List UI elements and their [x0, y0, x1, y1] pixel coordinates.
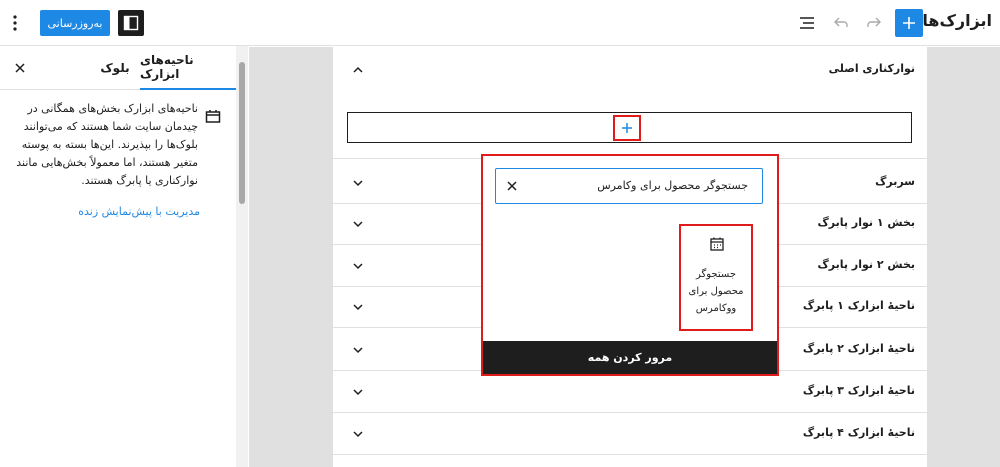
- undo-icon: [834, 17, 848, 27]
- redo-icon: [867, 17, 881, 27]
- widget-area-title: ناحیهٔ ابزارک ۲ پابرگ: [802, 342, 915, 355]
- widget-area-title: بخش ۲ نوار پابرگ: [817, 258, 915, 271]
- list-view-button[interactable]: [793, 9, 821, 37]
- block-search-input[interactable]: جستجوگر محصول برای وکامرس: [495, 168, 763, 204]
- block-result-label: جستجوگر محصول برای ووکامرس: [688, 269, 744, 314]
- scrollbar-thumb[interactable]: [239, 62, 245, 204]
- manage-live-preview-link[interactable]: مدیریت با پیش‌نمایش زنده: [40, 205, 200, 218]
- more-options-button[interactable]: [8, 10, 22, 36]
- widget-area-icon: [205, 108, 221, 124]
- clear-search-icon[interactable]: [506, 180, 518, 192]
- widget-area-footer-widget-3[interactable]: ناحیهٔ ابزارک ۳ پابرگ: [333, 372, 927, 413]
- search-value: جستجوگر محصول برای وکامرس: [597, 179, 748, 192]
- close-sidebar-button[interactable]: [12, 60, 28, 76]
- tab-block[interactable]: بلوک: [95, 46, 135, 90]
- more-vertical-icon: [13, 15, 17, 31]
- chevron-down-icon: [353, 431, 363, 438]
- add-block-button[interactable]: [895, 9, 923, 37]
- widget-area-title: ناحیهٔ ابزارک ۴ پابرگ: [802, 426, 915, 439]
- plus-icon: [903, 17, 915, 29]
- chevron-down-icon: [353, 304, 363, 311]
- close-icon: [15, 63, 25, 73]
- chevron-up-icon: [353, 66, 363, 73]
- redo-button[interactable]: [860, 9, 888, 37]
- chevron-down-icon: [353, 347, 363, 354]
- page-title: ابزارک‌ها: [922, 11, 992, 30]
- widget-area-footer-widget-4[interactable]: ناحیهٔ ابزارک ۴ پابرگ: [333, 414, 927, 455]
- chevron-down-icon: [353, 263, 363, 270]
- settings-sidebar-toggle[interactable]: [118, 10, 144, 36]
- update-button[interactable]: به‌روزرسانی: [40, 10, 110, 36]
- widget-area-title: ناحیهٔ ابزارک ۱ پابرگ: [802, 299, 915, 312]
- undo-button[interactable]: [827, 9, 855, 37]
- sidebar-icon: [123, 15, 139, 31]
- list-view-icon: [800, 17, 814, 29]
- widget-area-title: بخش ۱ نوار پابرگ: [817, 216, 915, 229]
- chevron-down-icon: [353, 180, 363, 187]
- chevron-down-icon: [353, 389, 363, 396]
- chevron-down-icon: [353, 221, 363, 228]
- widget-areas-description: ناحیه‌های ابزارک بخش‌های همگانی در چیدما…: [16, 102, 198, 187]
- widget-area-title: سربرگ: [875, 175, 915, 188]
- plus-icon: [622, 123, 632, 133]
- browse-all-button[interactable]: مرور کردن همه: [483, 341, 777, 374]
- widget-area-title: ناحیهٔ ابزارک ۳ پابرگ: [802, 384, 915, 397]
- widget-area-main-sidebar[interactable]: نوارکناری اصلی: [333, 50, 927, 91]
- calendar-icon: [710, 237, 724, 251]
- add-block-appender-button[interactable]: [613, 115, 641, 141]
- tab-widget-areas[interactable]: ناحیه‌های ابزارک: [140, 46, 236, 90]
- widget-area-title: نوارکناری اصلی: [828, 62, 915, 75]
